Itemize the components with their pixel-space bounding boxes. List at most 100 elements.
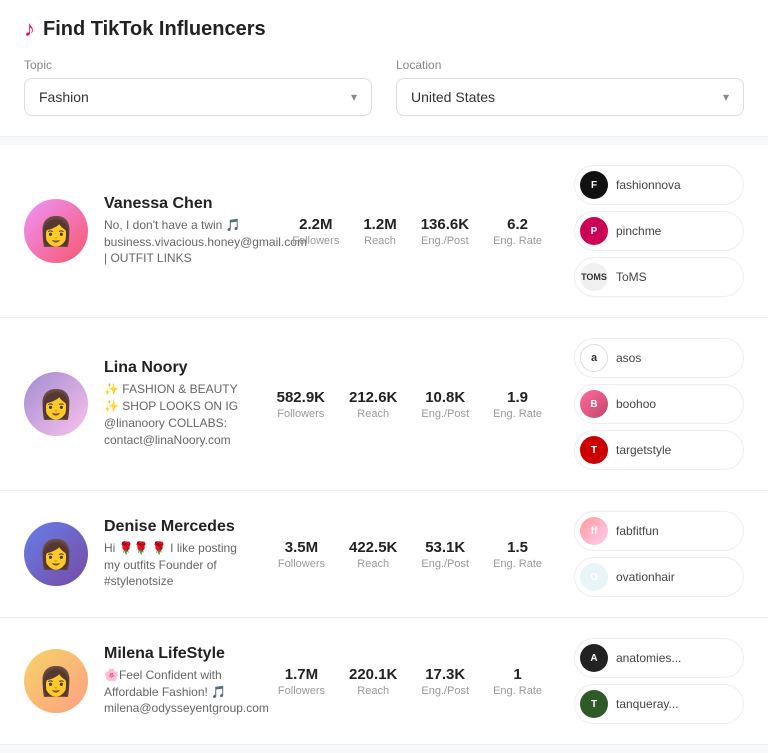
influencer-stats: 2.2M Followers 1.2M Reach 136.6K Eng./Po… — [292, 216, 542, 247]
brand-tag[interactable]: O ovationhair — [574, 557, 744, 597]
eng-post-value: 53.1K — [421, 539, 469, 556]
stat-followers: 1.7M Followers — [278, 666, 325, 697]
eng-rate-label: Eng. Rate — [493, 685, 542, 697]
influencer-name: Denise Mercedes — [104, 518, 246, 536]
brand-tag[interactable]: a asos — [574, 338, 744, 378]
eng-post-label: Eng./Post — [421, 558, 469, 570]
followers-label: Followers — [278, 558, 325, 570]
stat-eng-rate: 1 Eng. Rate — [493, 666, 542, 697]
brand-logo: B — [580, 390, 608, 418]
eng-post-label: Eng./Post — [421, 235, 469, 247]
reach-value: 212.6K — [349, 389, 397, 406]
brand-tag[interactable]: T tanqueray... — [574, 684, 744, 724]
followers-label: Followers — [292, 235, 339, 247]
stat-reach: 212.6K Reach — [349, 389, 397, 420]
brand-name: fashionnova — [616, 178, 681, 192]
eng-rate-value: 6.2 — [493, 216, 542, 233]
followers-value: 582.9K — [277, 389, 325, 406]
influencer-stats: 582.9K Followers 212.6K Reach 10.8K Eng.… — [277, 389, 542, 420]
brand-name: ToMS — [616, 270, 647, 284]
brand-tag[interactable]: T targetstyle — [574, 430, 744, 470]
brand-list: a asos B boohoo T targetstyle — [574, 338, 744, 470]
brand-logo: T — [580, 690, 608, 718]
followers-value: 3.5M — [278, 539, 325, 556]
stat-eng-post: 136.6K Eng./Post — [421, 216, 469, 247]
followers-label: Followers — [277, 408, 325, 420]
brand-tag[interactable]: ff fabfitfun — [574, 511, 744, 551]
eng-rate-value: 1.5 — [493, 539, 542, 556]
influencer-info: Milena LifeStyle 🌸Feel Confident with Af… — [104, 645, 246, 717]
stat-reach: 220.1K Reach — [349, 666, 397, 697]
brand-list: A anatomies... T tanqueray... — [574, 638, 744, 724]
chevron-down-icon: ▾ — [723, 90, 729, 104]
stat-eng-post: 17.3K Eng./Post — [421, 666, 469, 697]
brand-logo: O — [580, 563, 608, 591]
brand-logo: TOMS — [580, 263, 608, 291]
influencer-bio: ✨ FASHION & BEAUTY ✨ SHOP LOOKS ON IG @l… — [104, 381, 245, 448]
influencer-list: 👩 Vanessa Chen No, I don't have a twin 🎵… — [0, 137, 768, 753]
avatar: 👩 — [24, 522, 88, 586]
stat-eng-rate: 1.9 Eng. Rate — [493, 389, 542, 420]
reach-value: 422.5K — [349, 539, 397, 556]
eng-post-label: Eng./Post — [421, 685, 469, 697]
brand-logo: F — [580, 171, 608, 199]
brand-name: targetstyle — [616, 443, 671, 457]
brand-name: pinchme — [616, 224, 661, 238]
stat-eng-post: 10.8K Eng./Post — [421, 389, 469, 420]
reach-value: 220.1K — [349, 666, 397, 683]
influencer-card: 👩 Vanessa Chen No, I don't have a twin 🎵… — [0, 145, 768, 318]
followers-value: 1.7M — [278, 666, 325, 683]
stat-eng-post: 53.1K Eng./Post — [421, 539, 469, 570]
avatar: 👩 — [24, 649, 88, 713]
stat-eng-rate: 6.2 Eng. Rate — [493, 216, 542, 247]
brand-logo: T — [580, 436, 608, 464]
page-title: ♪ Find TikTok Influencers — [24, 16, 744, 42]
influencer-card: 👩 Lina Noory ✨ FASHION & BEAUTY ✨ SHOP L… — [0, 318, 768, 491]
influencer-bio: 🌸Feel Confident with Affordable Fashion!… — [104, 667, 246, 717]
brand-logo: P — [580, 217, 608, 245]
stat-followers: 2.2M Followers — [292, 216, 339, 247]
brand-logo: a — [580, 344, 608, 372]
stat-followers: 3.5M Followers — [278, 539, 325, 570]
eng-rate-label: Eng. Rate — [493, 558, 542, 570]
brand-name: asos — [616, 351, 641, 365]
followers-label: Followers — [278, 685, 325, 697]
tiktok-icon: ♪ — [24, 16, 35, 42]
eng-post-label: Eng./Post — [421, 408, 469, 420]
stat-reach: 1.2M Reach — [363, 216, 396, 247]
influencer-name: Vanessa Chen — [104, 195, 260, 213]
location-filter: Location United States ▾ — [396, 58, 744, 116]
brand-tag[interactable]: TOMS ToMS — [574, 257, 744, 297]
brand-tag[interactable]: P pinchme — [574, 211, 744, 251]
brand-tag[interactable]: B boohoo — [574, 384, 744, 424]
reach-label: Reach — [363, 235, 396, 247]
location-select[interactable]: United States ▾ — [396, 78, 744, 116]
topic-label: Topic — [24, 58, 372, 72]
brand-tag[interactable]: A anatomies... — [574, 638, 744, 678]
header: ♪ Find TikTok Influencers Topic Fashion … — [0, 0, 768, 137]
topic-filter: Topic Fashion ▾ — [24, 58, 372, 116]
stat-followers: 582.9K Followers — [277, 389, 325, 420]
eng-rate-label: Eng. Rate — [493, 408, 542, 420]
eng-post-value: 17.3K — [421, 666, 469, 683]
topic-select[interactable]: Fashion ▾ — [24, 78, 372, 116]
brand-name: boohoo — [616, 397, 656, 411]
followers-value: 2.2M — [292, 216, 339, 233]
location-label: Location — [396, 58, 744, 72]
brand-logo: ff — [580, 517, 608, 545]
influencer-name: Lina Noory — [104, 359, 245, 377]
influencer-info: Denise Mercedes Hi 🌹🌹 🌹 I like posting m… — [104, 518, 246, 590]
avatar: 👩 — [24, 372, 88, 436]
brand-tag[interactable]: F fashionnova — [574, 165, 744, 205]
reach-value: 1.2M — [363, 216, 396, 233]
influencer-stats: 1.7M Followers 220.1K Reach 17.3K Eng./P… — [278, 666, 542, 697]
influencer-name: Milena LifeStyle — [104, 645, 246, 663]
reach-label: Reach — [349, 558, 397, 570]
influencer-card: 👩 Denise Mercedes Hi 🌹🌹 🌹 I like posting… — [0, 491, 768, 618]
brand-logo: A — [580, 644, 608, 672]
influencer-bio: Hi 🌹🌹 🌹 I like posting my outfits Founde… — [104, 540, 246, 590]
brand-list: ff fabfitfun O ovationhair — [574, 511, 744, 597]
influencer-info: Vanessa Chen No, I don't have a twin 🎵 b… — [104, 195, 260, 267]
eng-rate-value: 1 — [493, 666, 542, 683]
location-value: United States — [411, 89, 495, 105]
